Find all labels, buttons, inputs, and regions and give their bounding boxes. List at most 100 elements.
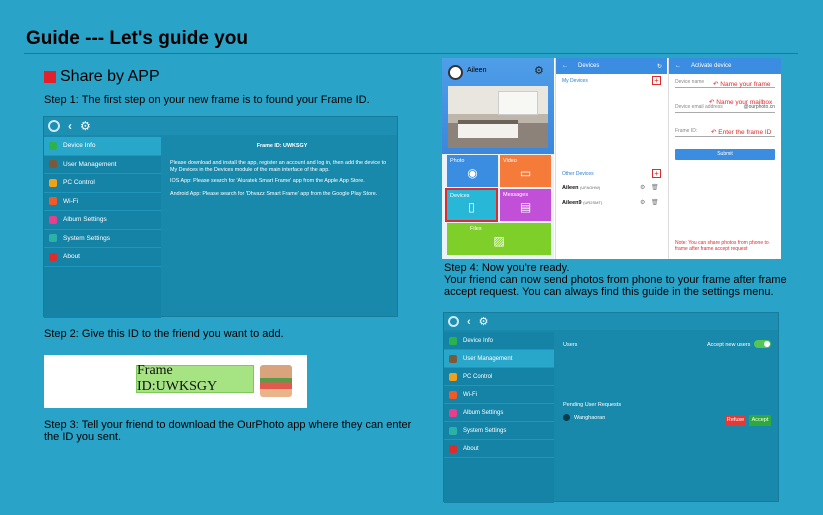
sidebar-item-system-settings[interactable]: System Settings	[444, 422, 554, 440]
section-heading: Share by APP	[44, 68, 160, 86]
menu-icon	[49, 141, 57, 150]
video-icon: ▭	[519, 165, 532, 180]
sidebar-item-user-management[interactable]: User Management	[444, 350, 554, 368]
sidebar-item-wi-fi[interactable]: Wi-Fi	[44, 193, 161, 211]
photo-tile[interactable]: Photo ◉	[447, 155, 498, 187]
share-note: Note: You can share photos from phone to…	[675, 240, 769, 252]
sidebar-item-label: User Management	[63, 160, 117, 168]
instructions-text: Please download and install the app, reg…	[170, 160, 387, 173]
sidebar-item-about[interactable]: About	[444, 440, 554, 458]
message-icon: ▤	[519, 199, 532, 214]
menu-icon	[49, 197, 57, 206]
accept-button[interactable]: Accept	[749, 415, 771, 426]
sidebar-item-album-settings[interactable]: Album Settings	[44, 211, 161, 230]
files-tile[interactable]: Files ▨	[447, 223, 551, 255]
user-name: Aileen	[467, 67, 487, 74]
step3-text: Step 3: Tell your friend to download the…	[44, 419, 412, 443]
devices-tile[interactable]: Devices ▯	[445, 188, 498, 222]
sidebar-item-user-management[interactable]: User Management	[44, 156, 161, 174]
add-other-device-icon[interactable]: +	[652, 169, 661, 178]
sidebar-item-device-info[interactable]: Device Info	[44, 137, 161, 156]
settings-icon[interactable]: ⚙	[640, 184, 645, 191]
sidebar-item-wi-fi[interactable]: Wi-Fi	[444, 386, 554, 404]
step1-text: Step 1: The first step on your new frame…	[44, 94, 370, 106]
back-icon[interactable]: ‹	[68, 119, 72, 133]
pending-user-name: Wanghaoran	[574, 414, 606, 421]
gear-icon[interactable]: ⚙	[80, 119, 91, 133]
menu-icon	[49, 178, 57, 187]
menu-icon	[449, 444, 457, 453]
sidebar-item-label: PC Control	[63, 179, 95, 187]
email-field[interactable]: Device email address @ourphoto.cn	[675, 104, 775, 113]
back-icon[interactable]: ‹	[467, 316, 471, 328]
menu-icon	[49, 215, 57, 224]
image-icon: ▨	[493, 233, 505, 248]
page-title: Guide --- Let's guide you	[26, 28, 248, 49]
sidebar-item-label: PC Control	[463, 373, 493, 380]
menu-icon	[449, 390, 457, 399]
avatar-icon[interactable]	[448, 65, 463, 80]
phone-activate-screen: ← Activate device Device name ↶ Name you…	[668, 58, 781, 259]
home-icon[interactable]	[48, 120, 60, 132]
settings-screenshot-device-info: ‹ ⚙ Device Info User Management PC Control…	[43, 116, 398, 318]
frame-id-card: Frame ID:UWKSGY	[44, 355, 307, 408]
back-arrow-icon[interactable]: ←	[675, 63, 681, 69]
sidebar-item-label: About	[463, 445, 479, 452]
phone-home-screen: Aileen ⚙ Photo ◉ Video ▭ Devices ▯ Messa…	[442, 58, 554, 259]
accept-new-users-label: Accept new users	[707, 342, 751, 348]
sidebar-item-album-settings[interactable]: Album Settings	[444, 404, 554, 422]
gear-icon[interactable]: ⚙	[479, 315, 489, 328]
video-tile[interactable]: Video ▭	[500, 155, 551, 187]
add-device-icon[interactable]: +	[652, 76, 661, 85]
sidebar-item-pc-control[interactable]: PC Control	[44, 174, 161, 193]
home-icon[interactable]	[448, 316, 459, 327]
device-row[interactable]: Aileen (UFAGHW)	[562, 185, 600, 191]
pending-label: Pending User Requests	[563, 402, 622, 408]
android-app-text: Android App: Please search for 'Dhvazz S…	[170, 191, 378, 197]
messages-tile-label: Messages	[503, 192, 529, 198]
messages-tile[interactable]: Messages ▤	[500, 189, 551, 221]
note-text: Enter the frame ID	[718, 129, 772, 136]
device-row[interactable]: Aileen9 (UR2SMT)	[562, 200, 602, 206]
refresh-icon[interactable]: ↻	[657, 63, 662, 70]
cover-photo	[448, 86, 548, 148]
sidebar-item-label: Device Info	[63, 142, 96, 150]
sidebar-item-label: About	[63, 253, 80, 261]
device-id: (UR2SMT)	[583, 200, 603, 205]
frame-id-label: Frame ID:UWKSGY	[136, 363, 254, 394]
submit-button[interactable]: Submit	[675, 149, 775, 160]
menu-icon	[449, 336, 457, 345]
enter-id-note: ↶ Enter the frame ID	[711, 129, 772, 136]
sidebar-item-device-info[interactable]: Device Info	[444, 332, 554, 350]
back-arrow-icon[interactable]: ←	[562, 63, 568, 69]
email-placeholder: Device email address	[675, 104, 723, 110]
sidebar-item-about[interactable]: About	[44, 248, 161, 267]
red-square-icon	[44, 71, 56, 83]
settings-sidebar: Device Info User Management PC Control Wi-F…	[44, 137, 161, 318]
trash-icon[interactable]: 🗑	[651, 184, 659, 191]
gear-icon[interactable]: ⚙	[534, 64, 544, 77]
sidebar-item-label: Wi-Fi	[63, 197, 79, 205]
sidebar-item-label: System Settings	[463, 427, 507, 434]
trash-icon[interactable]: 🗑	[651, 199, 659, 206]
user-management-content: Users Accept new users Pending User Requ…	[561, 333, 775, 501]
sidebar-item-label: Album Settings	[63, 216, 107, 224]
devices-tile-label: Devices	[450, 193, 470, 199]
menu-icon	[449, 372, 457, 381]
menu-icon	[49, 234, 57, 243]
device-name: Aileen	[562, 185, 579, 191]
note-text: Name your frame	[720, 81, 771, 88]
settings-screenshot-user-management: ‹ ⚙ Device Info User Management PC Control…	[443, 312, 779, 503]
device-info-content: Frame ID: UWKSGY Please download and ins…	[170, 143, 394, 198]
settings-icon[interactable]: ⚙	[640, 199, 645, 206]
sidebar-item-label: Device Info	[463, 337, 494, 344]
accept-toggle[interactable]	[754, 340, 771, 348]
sidebar-item-system-settings[interactable]: System Settings	[44, 230, 161, 248]
menu-icon	[449, 408, 457, 417]
refuse-button[interactable]: Refuse	[725, 415, 746, 426]
sidebar-item-pc-control[interactable]: PC Control	[444, 368, 554, 386]
activate-appbar: ← Activate device	[669, 58, 781, 74]
sidebar-item-label: User Management	[463, 355, 513, 362]
user-icon	[563, 414, 570, 421]
menu-icon	[49, 160, 57, 169]
